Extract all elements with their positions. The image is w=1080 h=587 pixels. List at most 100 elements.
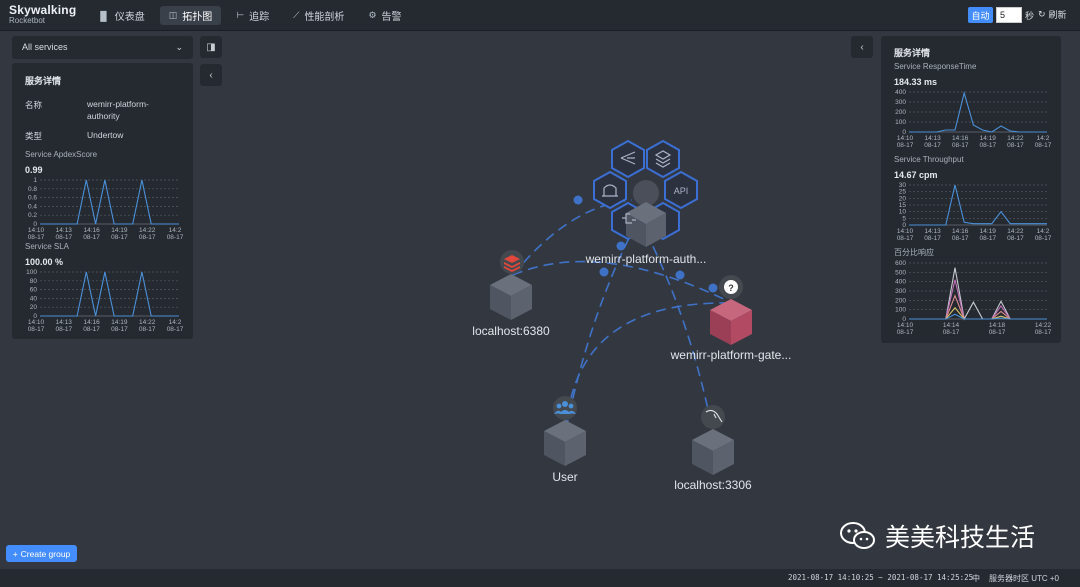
- node-authority[interactable]: API wemirr-platform-auth...: [585, 139, 707, 266]
- x-tick-date: 08-17: [1035, 329, 1052, 336]
- series-line: [909, 90, 1047, 133]
- user-icon-bg: [553, 396, 577, 420]
- mysql-icon-bg: [701, 405, 725, 429]
- api-icon: API: [674, 186, 689, 196]
- node-gateway[interactable]: ? wemirr-platform-gate...: [670, 275, 792, 362]
- x-tick-date: 08-17: [952, 235, 969, 242]
- hex-metrics[interactable]: [611, 139, 645, 179]
- x-tick-date: 08-17: [139, 326, 156, 333]
- link-dot[interactable]: [616, 241, 626, 251]
- x-tick-label: 14:19: [111, 319, 128, 326]
- node-label-redis: localhost:6380: [472, 324, 550, 338]
- x-tick-date: 08-17: [924, 235, 941, 242]
- link-dot[interactable]: [708, 283, 718, 293]
- series-line: [909, 313, 1047, 320]
- x-tick-date: 08-17: [139, 234, 156, 241]
- name-value-2: authority: [87, 111, 120, 121]
- status-bar: 2021-08-17 14:10:25 ~ 2021-08-17 14:25:2…: [0, 569, 1080, 587]
- x-tick-date: 08-17: [979, 142, 996, 149]
- sla-chart: 10080604020014:1008-1714:1308-1714:1608-…: [26, 269, 184, 333]
- response-time-chart: 400300200100014:1008-1714:1308-1714:1608…: [895, 89, 1052, 149]
- unknown-badge: ?: [728, 283, 734, 293]
- node-label-gateway: wemirr-platform-gate...: [670, 348, 792, 362]
- x-tick-label: 14:19: [980, 228, 997, 235]
- x-tick-label: 14:13: [56, 227, 73, 234]
- y-tick-label: 400: [895, 279, 906, 286]
- left-service-panel: 服务详情 名称 wemirr-platform- authority 类型 Un…: [12, 63, 193, 339]
- type-value: Undertow: [87, 130, 124, 140]
- link-dot[interactable]: [675, 270, 685, 280]
- create-group-button[interactable]: + Create group: [6, 545, 77, 562]
- x-tick-date: 08-17: [28, 326, 45, 333]
- x-tick-date: 08-17: [897, 235, 914, 242]
- link-dot[interactable]: [573, 195, 583, 205]
- x-tick-date: 08-17: [1007, 142, 1024, 149]
- x-tick-label: 14:16: [83, 227, 100, 234]
- x-tick-label: 14:16: [83, 319, 100, 326]
- y-tick-label: 20: [30, 304, 38, 311]
- right-service-panel: 服务详情 Service ResponseTime 184.33 ms 400 3…: [881, 36, 1061, 343]
- x-tick-label: 14:10: [897, 228, 914, 235]
- x-tick-label: 14:14: [943, 322, 960, 329]
- time-range[interactable]: 2021-08-17 14:10:25 ~ 2021-08-17 14:25:2…: [788, 573, 973, 582]
- x-tick-label: 14:10: [28, 227, 45, 234]
- service-select-value: All services: [22, 42, 68, 52]
- watermark: 美美科技生活: [839, 518, 1035, 554]
- x-tick-label: 14:2: [169, 319, 182, 326]
- x-tick-label: 14:2: [1037, 135, 1050, 142]
- x-tick-date: 08-17: [55, 234, 72, 241]
- x-tick-date: 08-17: [28, 234, 45, 241]
- cube-user: [544, 420, 586, 466]
- series-line: [40, 271, 179, 317]
- y-tick-label: 400: [895, 89, 906, 96]
- service-select[interactable]: All services ⌄: [12, 36, 193, 59]
- node-redis[interactable]: localhost:6380: [472, 250, 550, 338]
- chevron-down-icon: ⌄: [175, 42, 183, 52]
- x-tick-label: 14:19: [980, 135, 997, 142]
- x-tick-date: 08-17: [1007, 235, 1024, 242]
- percentile-label: 百分比响应: [894, 248, 934, 257]
- x-tick-label: 14:18: [989, 322, 1006, 329]
- response-time-label: Service ResponseTime: [894, 62, 977, 71]
- link-redis-gateway: [512, 260, 733, 304]
- y-tick-label: 80: [30, 278, 38, 285]
- node-label-mysql: localhost:3306: [674, 478, 752, 492]
- node-label-authority: wemirr-platform-auth...: [585, 252, 707, 266]
- y-tick-label: 1: [33, 177, 37, 184]
- layout-toggle-button[interactable]: ◨: [200, 36, 222, 58]
- y-tick-label: 500: [895, 269, 906, 276]
- x-tick-label: 14:22: [1007, 135, 1024, 142]
- x-tick-date: 08-17: [989, 329, 1006, 336]
- collapse-left-button[interactable]: ‹: [200, 64, 222, 86]
- x-tick-label: 14:16: [952, 228, 969, 235]
- timezone: 服务器时区 UTC +0: [989, 574, 1060, 583]
- x-tick-date: 08-17: [897, 329, 914, 336]
- throughput-value: 14.67 cpm: [894, 170, 938, 180]
- y-tick-label: 200: [895, 109, 906, 116]
- response-time-value: 184.33 ms: [894, 77, 938, 87]
- y-tick-label: 0.6: [28, 195, 37, 202]
- x-tick-label: 14:10: [897, 322, 914, 329]
- series-line: [909, 294, 1047, 320]
- series-line: [909, 267, 1047, 321]
- x-tick-label: 14:22: [139, 319, 156, 326]
- x-tick-date: 08-17: [952, 142, 969, 149]
- x-tick-label: 14:22: [1035, 322, 1052, 329]
- node-mysql[interactable]: localhost:3306: [674, 405, 752, 492]
- x-tick-date: 08-17: [1035, 235, 1052, 242]
- x-tick-date: 08-17: [167, 326, 184, 333]
- collapse-right-button[interactable]: ‹: [851, 36, 873, 58]
- throughput-label: Service Throughput: [894, 155, 964, 164]
- x-tick-label: 14:13: [924, 228, 941, 235]
- x-tick-label: 14:13: [56, 319, 73, 326]
- hex-alarm[interactable]: [593, 170, 627, 210]
- node-user[interactable]: User: [544, 396, 586, 484]
- name-value-1: wemirr-platform-: [87, 99, 149, 109]
- y-tick-label: 0.2: [28, 212, 37, 219]
- x-tick-label: 14:10: [28, 319, 45, 326]
- watermark-text: 美美科技生活: [885, 524, 1036, 552]
- x-tick-date: 08-17: [167, 234, 184, 241]
- language-toggle[interactable]: 中: [972, 573, 980, 584]
- link-dot[interactable]: [599, 267, 609, 277]
- x-tick-date: 08-17: [943, 329, 960, 336]
